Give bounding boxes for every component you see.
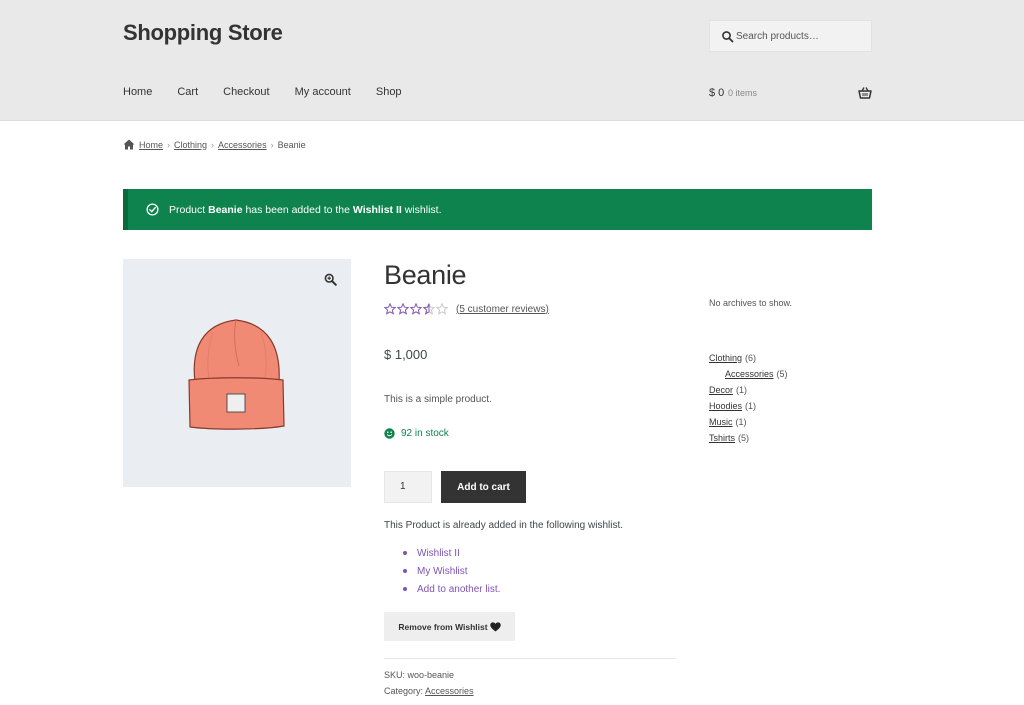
product-image-beanie [188,319,285,430]
category-item: Clothing (6) [709,350,788,366]
wishlist-item[interactable]: My Wishlist [403,562,500,580]
wishlist-link-my-wishlist[interactable]: My Wishlist [417,566,468,577]
star-rating: (5 customer reviews) [384,303,549,315]
category-list: Clothing (6) Accessories (5) Decor (1) Hood… [709,350,788,446]
quantity-input[interactable]: 1 [384,471,432,503]
basket-icon [858,87,872,99]
nav-item-my-account[interactable]: My account [295,86,351,98]
success-notice: Product Beanie has been added to the Wis… [123,189,872,230]
nav-item-cart[interactable]: Cart [177,86,198,98]
breadcrumb-accessories[interactable]: Accessories [218,140,267,150]
primary-nav: Home Cart Checkout My account Shop [123,86,427,98]
category-link-music[interactable]: Music [709,417,733,427]
category-link-decor[interactable]: Decor [709,385,733,395]
breadcrumb: Home › Clothing › Accessories › Beanie [123,139,306,150]
site-title[interactable]: Shopping Store [123,20,283,46]
category-link-hoodies[interactable]: Hoodies [709,401,742,411]
header-cart[interactable]: $ 0 0 items [709,86,872,102]
stock-status: 92 in stock [384,428,449,439]
heart-icon [489,621,501,631]
wishlist-link-wishlist-ii[interactable]: Wishlist II [417,548,460,559]
smile-icon [384,428,395,439]
category-link-tshirts[interactable]: Tshirts [709,433,735,443]
notice-wishlist: Wishlist II [352,203,402,216]
notice-prefix: Product [169,203,209,216]
wishlist-item[interactable]: Add to another list. [403,580,500,598]
star-empty-icon [436,303,448,315]
breadcrumb-separator: › [167,139,171,150]
category-item: Music (1) [709,414,788,430]
remove-from-wishlist-label: Remove from Wishlist [398,621,488,632]
star-half-icon [423,303,435,315]
category-item: Hoodies (1) [709,398,788,414]
product-gallery[interactable] [123,259,351,487]
notice-middle: has been added to the [242,203,353,216]
site-header: Shopping Store Search products… Home Car… [0,0,1024,121]
wishlist-list: Wishlist II My Wishlist Add to another l… [403,544,500,598]
category-label: Category: [384,686,424,696]
star-full-icon [397,303,409,315]
category-item: Accessories (5) [709,366,788,382]
category-link-accessories[interactable]: Accessories [725,369,774,379]
product-category: Category: Accessories [384,686,474,696]
breadcrumb-home[interactable]: Home [139,140,163,150]
notice-suffix: wishlist. [401,203,442,216]
category-item: Tshirts (5) [709,430,788,446]
add-to-cart-button[interactable]: Add to cart [441,471,526,503]
product-title: Beanie [384,260,467,290]
category-count: (5) [776,369,788,379]
category-count: (1) [735,417,747,427]
add-to-another-list-link[interactable]: Add to another list. [417,584,500,595]
star-full-icon [410,303,422,315]
star-full-icon [384,303,396,315]
product-sku: SKU: woo-beanie [384,670,455,680]
breadcrumb-clothing[interactable]: Clothing [174,140,207,150]
cart-count: 0 items [728,88,758,98]
product-short-description: This is a simple product. [384,394,492,405]
product-meta-divider [384,658,676,659]
search-icon [722,31,734,43]
nav-item-checkout[interactable]: Checkout [223,86,269,98]
category-link-accessories[interactable]: Accessories [425,686,474,696]
category-count: (5) [738,433,750,443]
breadcrumb-separator: › [211,139,215,150]
category-count: (1) [736,385,748,395]
category-count: (1) [745,401,757,411]
search-placeholder: Search products… [736,31,819,42]
search-input[interactable]: Search products… [709,20,872,52]
cart-amount: $ 0 [709,87,725,99]
wishlist-status-text: This Product is already added in the fol… [384,520,624,531]
archives-empty-text: No archives to show. [709,298,793,308]
breadcrumb-separator: › [270,139,274,150]
category-item: Decor (1) [709,382,788,398]
nav-item-home[interactable]: Home [123,86,152,98]
zoom-icon[interactable] [324,273,337,286]
customer-reviews-link[interactable]: (5 customer reviews) [456,304,549,315]
breadcrumb-current: Beanie [277,139,306,150]
notice-product: Beanie [208,203,243,216]
remove-from-wishlist-button[interactable]: Remove from Wishlist [384,612,515,641]
check-circle-icon [146,203,159,216]
product-price: $ 1,000 [384,347,428,362]
category-count: (6) [745,353,757,363]
nav-item-shop[interactable]: Shop [376,86,402,98]
wishlist-item[interactable]: Wishlist II [403,544,500,562]
notice-text: Product Beanie has been added to the Wis… [169,204,442,216]
category-link-clothing[interactable]: Clothing [709,353,742,363]
home-icon [123,139,135,150]
stock-text: 92 in stock [401,428,449,439]
